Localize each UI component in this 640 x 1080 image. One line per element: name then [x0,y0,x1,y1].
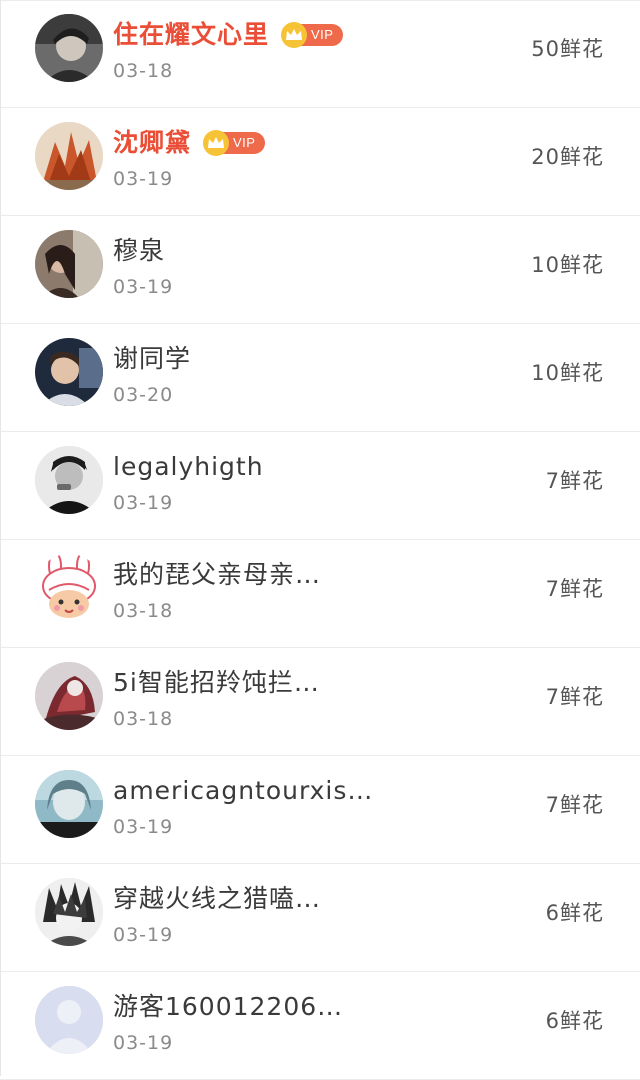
name-line: 谢同学 [113,342,191,376]
user-name[interactable]: 沈卿黛 [113,126,191,160]
user-photo-avatar-icon [35,446,103,514]
gift-date: 03-19 [113,1032,174,1054]
list-item[interactable]: 穆泉 03-19 10鲜花 [0,216,640,324]
flower-amount: 7鲜花 [545,793,604,817]
name-line: 我的琵父亲母亲… [113,558,321,592]
user-photo-avatar-icon [35,878,103,946]
user-photo-avatar-icon [35,14,103,82]
user-name[interactable]: 游客160012206… [113,990,343,1024]
user-photo-avatar-icon [35,770,103,838]
flower-amount: 7鲜花 [545,685,604,709]
flower-amount: 10鲜花 [531,253,604,277]
user-photo-avatar-icon [35,338,103,406]
gift-date: 03-18 [113,708,174,730]
user-photo-avatar-icon [35,122,103,190]
user-name[interactable]: 住在耀文心里 [113,18,269,52]
avatar[interactable] [35,338,103,406]
gift-date: 03-19 [113,924,174,946]
flower-amount: 20鲜花 [531,145,604,169]
name-line: 穆泉 [113,234,165,268]
avatar[interactable] [35,554,103,622]
list-item[interactable]: 我的琵父亲母亲… 03-18 7鲜花 [0,540,640,648]
name-line: 沈卿黛 VIP [113,126,266,160]
list-item[interactable]: 5i智能招羚饨拦… 03-18 7鲜花 [0,648,640,756]
list-item[interactable]: 游客160012206… 03-19 6鲜花 [0,972,640,1080]
list-item[interactable]: 沈卿黛 VIP 03-19 20鲜花 [0,108,640,216]
user-name[interactable]: 我的琵父亲母亲… [113,558,321,592]
flower-amount: 6鲜花 [545,1009,604,1033]
list-item[interactable]: 住在耀文心里 VIP 03-18 50鲜花 [0,0,640,108]
list-item[interactable]: legalyhigth 03-19 7鲜花 [0,432,640,540]
gift-date: 03-19 [113,276,174,298]
avatar[interactable] [35,230,103,298]
avatar[interactable] [35,122,103,190]
cartoon-bunny-avatar-icon [35,554,103,622]
user-photo-avatar-icon [35,662,103,730]
user-photo-avatar-icon [35,230,103,298]
avatar[interactable] [35,986,103,1054]
vip-badge: VIP [281,22,344,48]
gift-date: 03-18 [113,60,174,82]
vip-badge: VIP [203,130,266,156]
default-user-avatar-icon [35,986,103,1054]
user-name[interactable]: americagntourxis… [113,774,373,808]
gift-date: 03-18 [113,600,174,622]
name-line: 游客160012206… [113,990,343,1024]
list-item[interactable]: americagntourxis… 03-19 7鲜花 [0,756,640,864]
name-line: 住在耀文心里 VIP [113,18,344,52]
user-name[interactable]: 穆泉 [113,234,165,268]
user-name[interactable]: 穿越火线之猎嗑… [113,882,321,916]
user-name[interactable]: 5i智能招羚饨拦… [113,666,320,700]
flower-amount: 6鲜花 [545,901,604,925]
crown-icon [281,22,308,48]
gift-ranking-list: 住在耀文心里 VIP 03-18 50鲜花 沈卿黛 VIP 03-19 20鲜花… [0,0,640,1080]
avatar[interactable] [35,14,103,82]
gift-date: 03-19 [113,168,174,190]
name-line: legalyhigth [113,450,264,484]
crown-icon [203,130,230,156]
avatar[interactable] [35,662,103,730]
avatar[interactable] [35,770,103,838]
flower-amount: 50鲜花 [531,37,604,61]
user-name[interactable]: 谢同学 [113,342,191,376]
avatar[interactable] [35,446,103,514]
gift-date: 03-19 [113,816,174,838]
flower-amount: 7鲜花 [545,469,604,493]
list-item[interactable]: 穿越火线之猎嗑… 03-19 6鲜花 [0,864,640,972]
user-name[interactable]: legalyhigth [113,450,264,484]
gift-date: 03-19 [113,492,174,514]
gift-date: 03-20 [113,384,174,406]
flower-amount: 7鲜花 [545,577,604,601]
flower-amount: 10鲜花 [531,361,604,385]
name-line: americagntourxis… [113,774,373,808]
list-item[interactable]: 谢同学 03-20 10鲜花 [0,324,640,432]
name-line: 5i智能招羚饨拦… [113,666,320,700]
name-line: 穿越火线之猎嗑… [113,882,321,916]
avatar[interactable] [35,878,103,946]
